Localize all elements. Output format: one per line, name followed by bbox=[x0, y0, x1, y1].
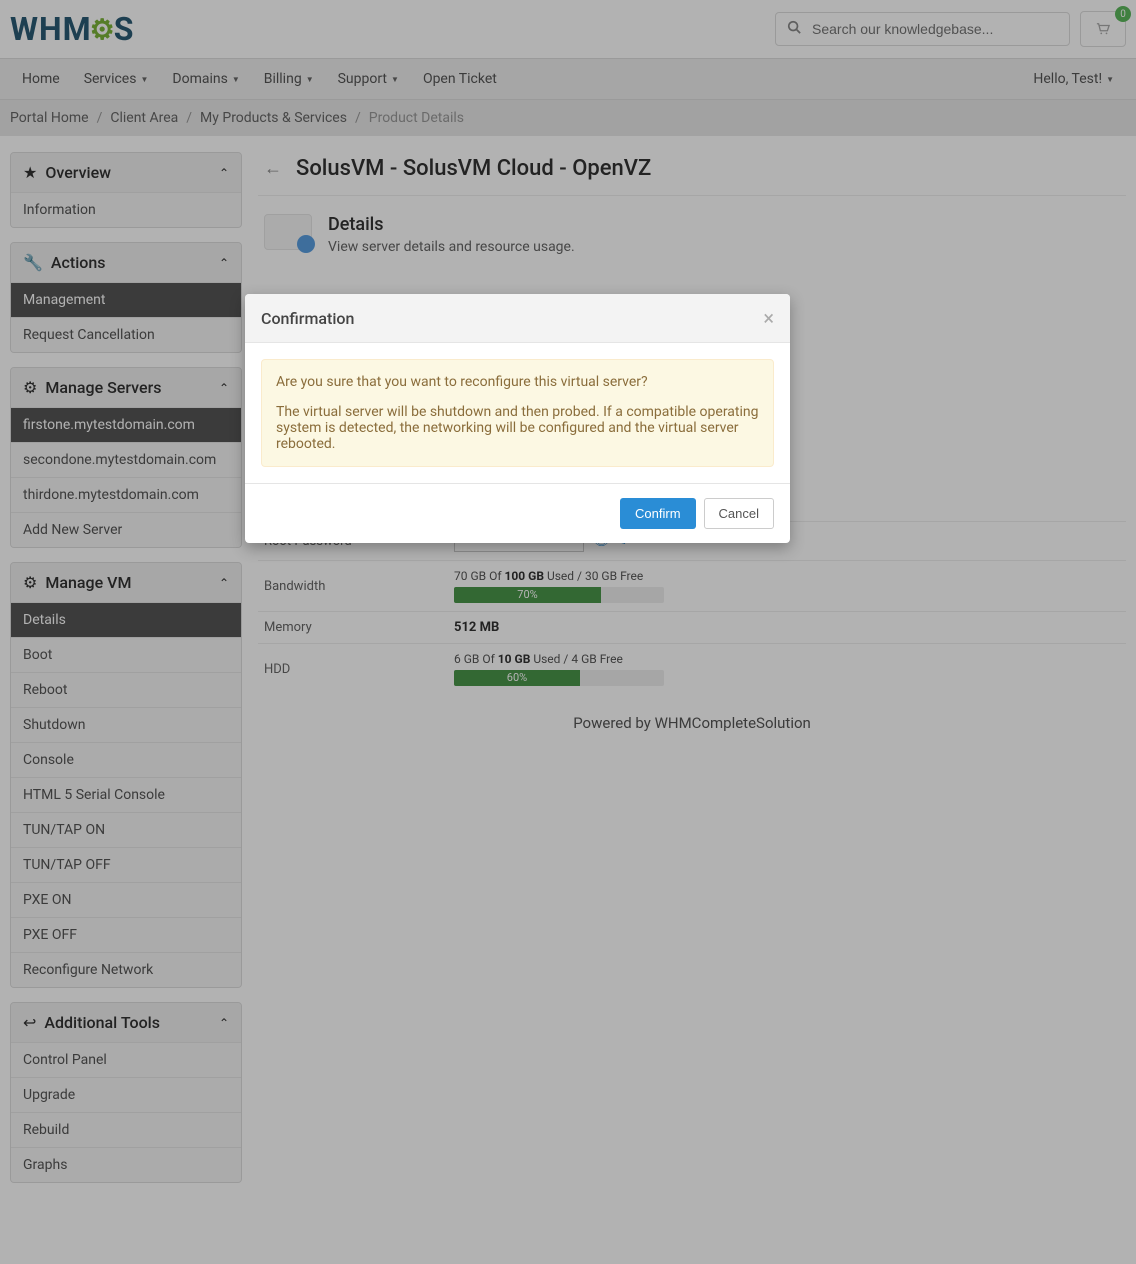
cancel-button[interactable]: Cancel bbox=[704, 498, 774, 529]
close-icon[interactable]: × bbox=[763, 308, 774, 328]
alert-line2: The virtual server will be shutdown and … bbox=[276, 404, 759, 452]
confirmation-modal: Confirmation × Are you sure that you wan… bbox=[245, 294, 790, 543]
modal-body: Are you sure that you want to reconfigur… bbox=[245, 343, 790, 483]
modal-footer: Confirm Cancel bbox=[245, 483, 790, 543]
modal-header: Confirmation × bbox=[245, 294, 790, 343]
confirm-button[interactable]: Confirm bbox=[620, 498, 696, 529]
modal-title: Confirmation bbox=[261, 309, 354, 328]
modal-overlay[interactable] bbox=[0, 0, 1136, 1264]
alert-warning: Are you sure that you want to reconfigur… bbox=[261, 359, 774, 467]
alert-line1: Are you sure that you want to reconfigur… bbox=[276, 374, 759, 390]
